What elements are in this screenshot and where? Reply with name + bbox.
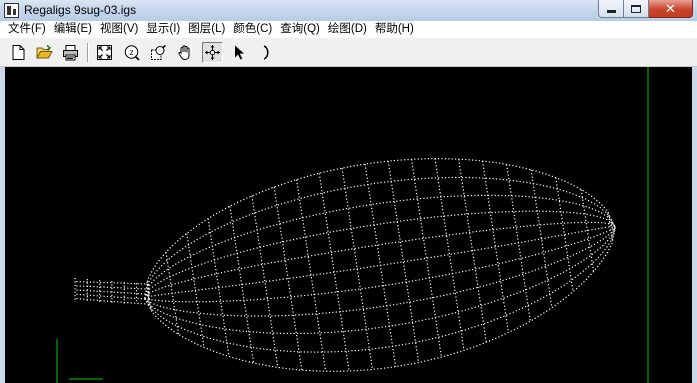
minimize-icon <box>607 10 616 13</box>
arc-button[interactable] <box>256 42 277 63</box>
new-file-button[interactable] <box>8 42 29 63</box>
menu-query[interactable]: 查询(Q) <box>276 21 324 38</box>
menu-file[interactable]: 文件(F) <box>4 21 50 38</box>
toolbar-separator <box>87 43 89 62</box>
pan-hand-icon <box>178 45 190 61</box>
maximize-button[interactable] <box>624 0 649 18</box>
maximize-icon <box>631 5 641 13</box>
arc-icon <box>263 45 269 60</box>
menu-layer[interactable]: 图层(L) <box>184 21 229 38</box>
select-arrow-icon <box>235 45 244 60</box>
print-icon <box>63 45 78 61</box>
menu-edit[interactable]: 编辑(E) <box>50 21 96 38</box>
title-bar[interactable]: Regaligs 9sug-03.igs ✕ <box>0 0 697 21</box>
minimize-button[interactable] <box>598 0 624 18</box>
zoom-fit-button[interactable] <box>94 42 115 63</box>
menu-bar: 文件(F) 编辑(E) 视图(V) 显示(I) 图层(L) 颜色(C) 查询(Q… <box>0 21 697 38</box>
svg-text:z: z <box>130 48 134 57</box>
rotate-move-icon <box>205 45 220 60</box>
rotate-move-button[interactable] <box>202 42 223 63</box>
print-button[interactable] <box>60 42 81 63</box>
close-button[interactable]: ✕ <box>649 0 693 18</box>
pan-button[interactable] <box>175 42 196 63</box>
window-controls: ✕ <box>598 0 693 18</box>
zoom-window-button[interactable] <box>148 42 169 63</box>
zoom-fit-icon <box>97 45 112 60</box>
menu-view[interactable]: 视图(V) <box>96 21 142 38</box>
application-window: Regaligs 9sug-03.igs ✕ 文件(F) 编辑(E) 视图(V)… <box>0 0 697 383</box>
close-icon: ✕ <box>665 1 676 16</box>
wireframe-canvas[interactable] <box>5 67 692 383</box>
app-icon[interactable] <box>4 3 19 18</box>
toolbar: z <box>0 38 697 67</box>
menu-help[interactable]: 帮助(H) <box>371 21 418 38</box>
new-file-icon <box>12 45 25 60</box>
window-title: Regaligs 9sug-03.igs <box>24 3 137 17</box>
zoom-icon: z <box>124 45 140 61</box>
select-button[interactable] <box>229 42 250 63</box>
menu-draw[interactable]: 绘图(D) <box>324 21 371 38</box>
zoom-button[interactable]: z <box>121 42 142 63</box>
graphics-viewport[interactable] <box>5 67 692 383</box>
open-button[interactable] <box>34 42 55 63</box>
zoom-window-icon <box>151 44 166 60</box>
open-folder-icon <box>36 44 53 59</box>
menu-color[interactable]: 颜色(C) <box>229 21 276 38</box>
menu-display[interactable]: 显示(I) <box>142 21 184 38</box>
window-border-right <box>692 67 697 383</box>
